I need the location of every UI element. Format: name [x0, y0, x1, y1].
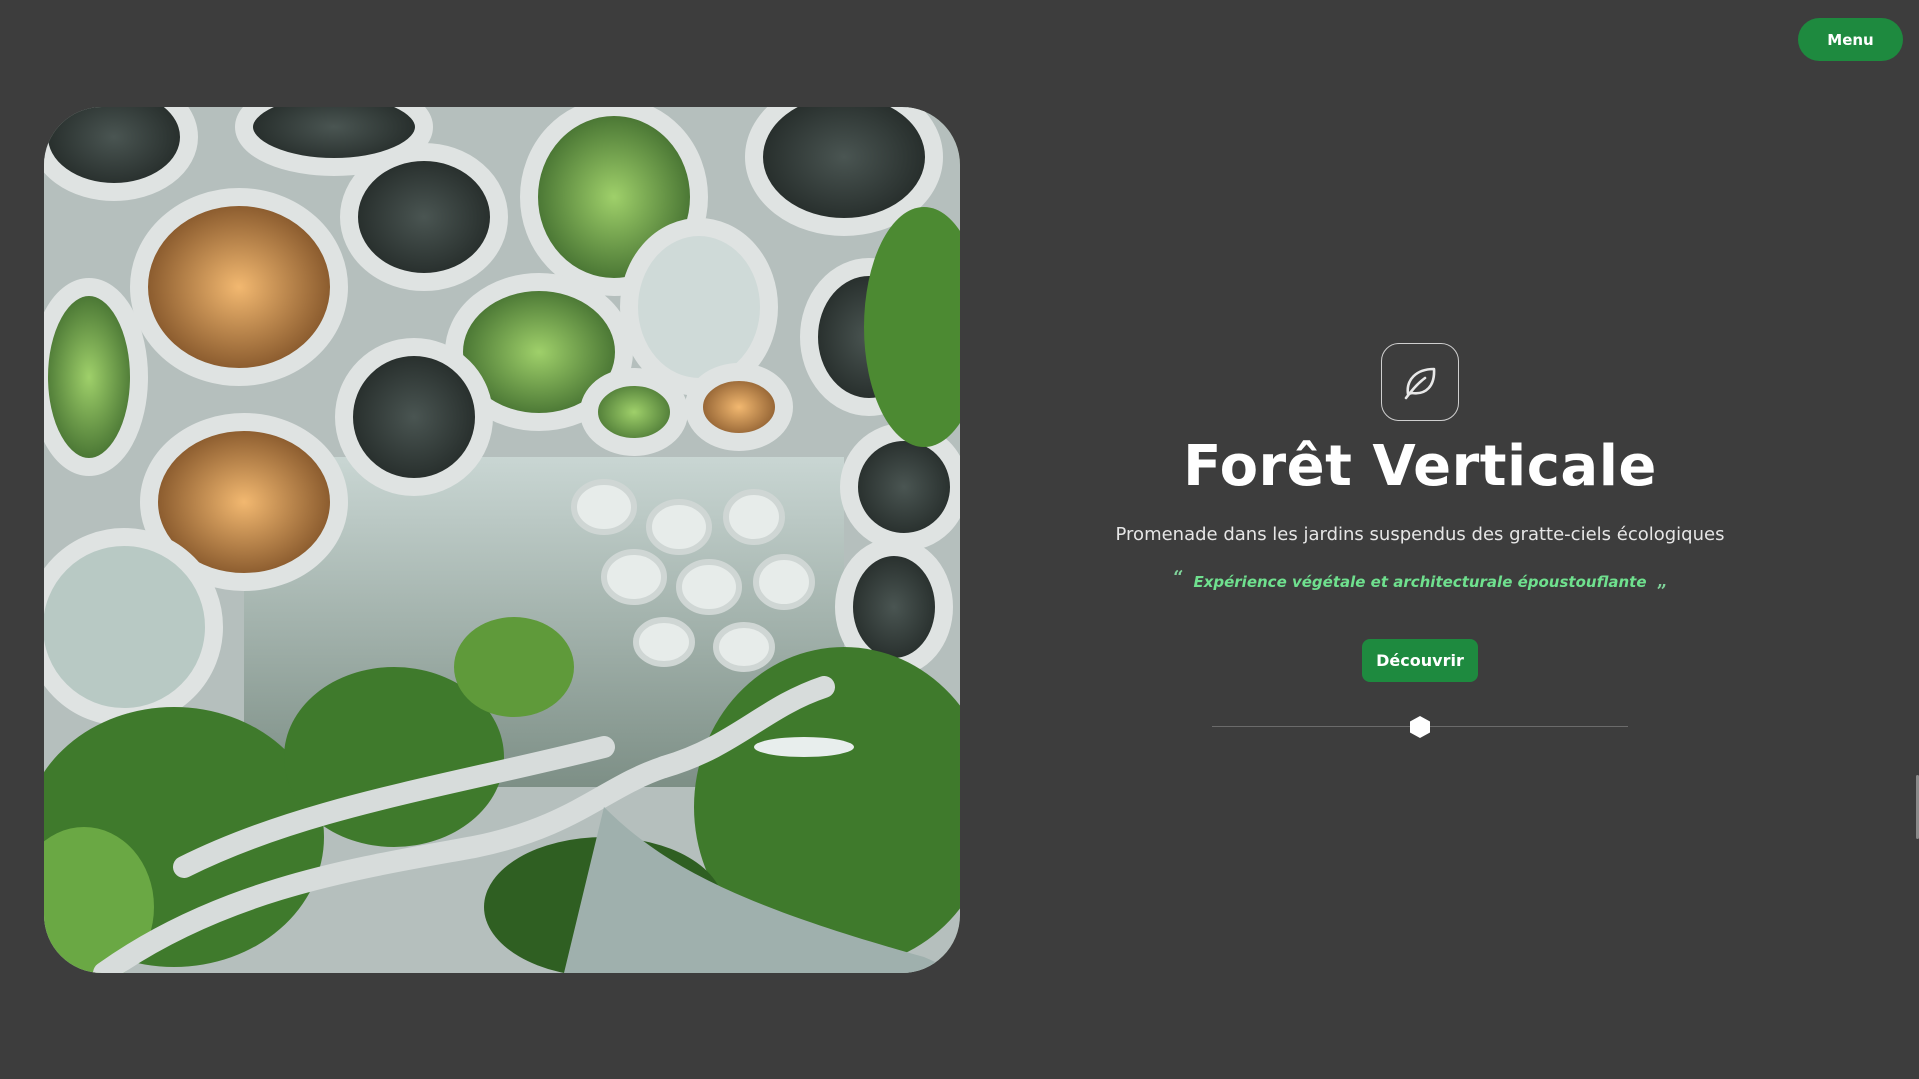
quote-text: Expérience végétale et architecturale ép… — [1193, 573, 1647, 592]
menu-button[interactable]: Menu — [1798, 18, 1903, 61]
leaf-icon — [1381, 343, 1459, 421]
hero-image-illustration — [44, 107, 960, 973]
hero-image — [44, 107, 960, 973]
quote-close-icon: ” — [1656, 581, 1667, 603]
page-title: Forêt Verticale — [1183, 434, 1657, 499]
subtitle: Promenade dans les jardins suspendus des… — [1115, 524, 1725, 546]
discover-button[interactable]: Découvrir — [1362, 639, 1478, 683]
page: Menu Forêt Verticale Promenade dans les … — [0, 0, 1919, 1079]
quote: “ Expérience végétale et architecturale … — [1173, 569, 1667, 601]
hero-content: Forêt Verticale Promenade dans les jardi… — [1060, 343, 1780, 742]
quote-open-icon: “ — [1173, 567, 1184, 589]
slider[interactable] — [1212, 712, 1628, 742]
leaf-icon-glyph — [1404, 367, 1436, 400]
slider-thumb[interactable] — [1408, 715, 1432, 739]
